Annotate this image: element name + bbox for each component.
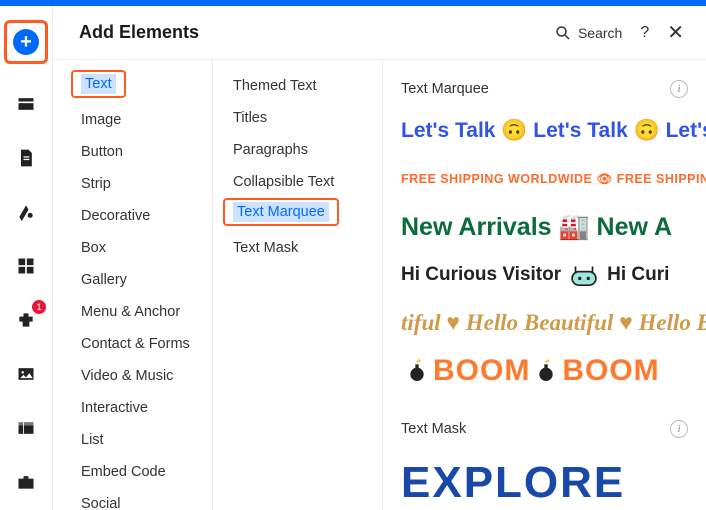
subcategory-list: Themed Text Titles Paragraphs Collapsibl…	[213, 60, 383, 510]
marquee-section-header: Text Marquee i	[383, 70, 706, 112]
preview-letstalk[interactable]: Let's Talk 🙃 Let's Talk 🙃 Let's	[401, 112, 706, 150]
design-icon	[16, 202, 36, 222]
sub-titles[interactable]: Titles	[223, 102, 382, 134]
bomb-icon	[536, 359, 556, 383]
notification-badge: 1	[32, 300, 46, 314]
category-decorative[interactable]: Decorative	[71, 200, 212, 232]
mask-section-header: Text Mask i	[383, 410, 706, 452]
rail-business-button[interactable]	[12, 468, 40, 496]
sections-icon	[16, 94, 36, 114]
bomb-icon	[407, 359, 427, 383]
category-button[interactable]: Button	[71, 136, 212, 168]
category-contact-forms[interactable]: Contact & Forms	[71, 328, 212, 360]
search-label: Search	[578, 25, 622, 41]
category-strip[interactable]: Strip	[71, 168, 212, 200]
preview-curious[interactable]: Hi Curious Visitor Hi Curi	[401, 256, 706, 294]
add-elements-button[interactable]: +	[4, 20, 48, 64]
grid-icon	[16, 256, 36, 276]
image-icon	[16, 364, 36, 384]
marquee-previews: Let's Talk 🙃 Let's Talk 🙃 Let's FREE SHI…	[383, 112, 706, 410]
table-icon	[16, 418, 36, 438]
preview-shipping[interactable]: FREE SHIPPING WORLDWIDE 👁 FREE SHIPPIN	[401, 160, 706, 198]
search-icon	[554, 24, 572, 42]
left-rail: + 1	[0, 6, 52, 510]
category-video-music[interactable]: Video & Music	[71, 360, 212, 392]
puzzle-icon	[16, 310, 36, 330]
panel-header: Add Elements Search ? ✕	[53, 6, 706, 60]
category-embed-code[interactable]: Embed Code	[71, 456, 212, 488]
marquee-section-title: Text Marquee	[401, 81, 489, 97]
info-icon[interactable]: i	[670, 80, 688, 98]
page-icon	[16, 148, 36, 168]
help-button[interactable]: ?	[640, 24, 649, 42]
rail-apps-button[interactable]	[12, 252, 40, 280]
mask-section-title: Text Mask	[401, 421, 466, 437]
preview-column: Text Marquee i Let's Talk 🙃 Let's Talk 🙃…	[383, 60, 706, 510]
category-interactive[interactable]: Interactive	[71, 392, 212, 424]
panel-title: Add Elements	[79, 22, 554, 43]
rail-media-button[interactable]	[12, 360, 40, 388]
close-button[interactable]: ✕	[667, 20, 684, 45]
category-list[interactable]: List	[71, 424, 212, 456]
search-button[interactable]: Search	[554, 24, 622, 42]
sub-collapsible-text[interactable]: Collapsible Text	[223, 166, 382, 198]
sub-text-mask[interactable]: Text Mask	[223, 232, 382, 264]
preview-arrivals[interactable]: New Arrivals 🏭 New A	[401, 208, 706, 246]
preview-beautiful[interactable]: tiful ♥ Hello Beautiful ♥ Hello B	[401, 304, 706, 342]
rail-pages-button[interactable]	[12, 144, 40, 172]
rail-design-button[interactable]	[12, 198, 40, 226]
sub-themed-text[interactable]: Themed Text	[223, 70, 382, 102]
category-social[interactable]: Social	[71, 488, 212, 510]
rail-sections-button[interactable]	[12, 90, 40, 118]
category-gallery[interactable]: Gallery	[71, 264, 212, 296]
sub-paragraphs[interactable]: Paragraphs	[223, 134, 382, 166]
rail-addons-button[interactable]: 1	[12, 306, 40, 334]
category-text[interactable]: Text	[71, 70, 126, 98]
category-image[interactable]: Image	[71, 104, 212, 136]
category-box[interactable]: Box	[71, 232, 212, 264]
preview-boom[interactable]: BOOM BOOM	[401, 352, 706, 390]
info-icon[interactable]: i	[670, 420, 688, 438]
add-elements-panel: Add Elements Search ? ✕ Text Image Butto…	[52, 6, 706, 510]
briefcase-icon	[16, 472, 36, 492]
preview-explore[interactable]: EXPLORE	[383, 452, 706, 508]
category-menu-anchor[interactable]: Menu & Anchor	[71, 296, 212, 328]
sub-text-marquee[interactable]: Text Marquee	[223, 198, 339, 226]
bunny-icon	[567, 263, 601, 287]
rail-cms-button[interactable]	[12, 414, 40, 442]
plus-icon: +	[13, 29, 39, 55]
category-list: Text Image Button Strip Decorative Box G…	[53, 60, 213, 510]
